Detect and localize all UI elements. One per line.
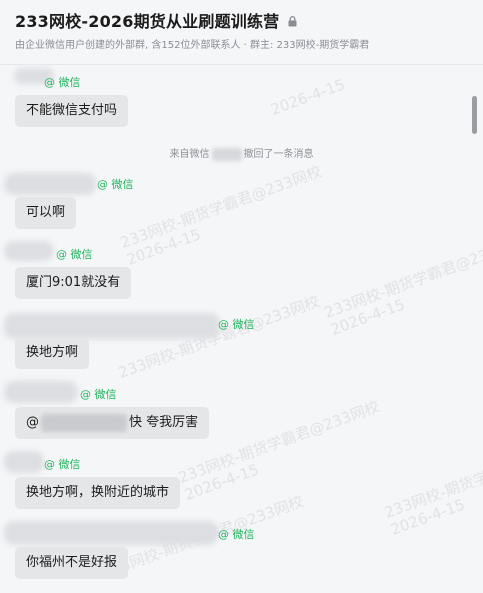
system-notice: 来自微信 撤回了一条消息	[0, 145, 483, 161]
group-title[interactable]: 233网校-2026期货从业刷题训练营	[15, 8, 279, 32]
message-bubble[interactable]: 不能微信支付吗	[15, 95, 129, 127]
lock-icon	[288, 15, 297, 26]
watermark-date: 2026-4-15	[328, 295, 408, 339]
watermark-date: 2026-4-15	[182, 460, 262, 504]
chat-header: 233网校-2026期货从业刷题训练营 由企业微信用户创建的外部群, 含152位…	[0, 0, 483, 65]
sender-name-redacted	[4, 313, 220, 339]
watermark-text: 233网校-期货学霸君@233网校	[382, 432, 483, 522]
message-text: 快 夸我厉害	[129, 415, 199, 430]
group-subtitle: 由企业微信用户创建的外部群, 含152位外部联系人 · 群主: 233网校-期货…	[15, 40, 370, 51]
watermark: x 2026-4-15	[262, 65, 348, 119]
message-bubble[interactable]: @ 快 夸我厉害	[15, 407, 210, 439]
watermark-date: 2026-4-15	[268, 75, 348, 119]
sender-source-tag: @ 微信	[218, 318, 255, 331]
title-row: 233网校-2026期货从业刷题训练营	[15, 8, 297, 32]
sender-name-redacted	[4, 241, 54, 261]
message-bubble[interactable]: 你福州不是好报	[15, 547, 129, 579]
sender-name-redacted	[4, 381, 78, 403]
sender-name-redacted	[4, 451, 44, 473]
sender-source-tag: @ 微信	[44, 76, 81, 89]
chat-window: 233网校-2026期货从业刷题训练营 由企业微信用户创建的外部群, 含152位…	[0, 0, 483, 593]
message-bubble[interactable]: 换地方啊	[15, 337, 90, 369]
system-notice-prefix: 来自微信	[169, 149, 210, 160]
sender-source-tag: @ 微信	[218, 528, 255, 541]
watermark: 233网校-期货学霸君@233网校 2026-4-15	[382, 432, 483, 539]
system-notice-suffix: 撤回了一条消息	[243, 149, 314, 160]
redacted-name	[211, 147, 242, 161]
sender-source-tag: @ 微信	[44, 458, 81, 471]
message-bubble[interactable]: 厦门9:01就没有	[15, 267, 132, 299]
watermark-date: 2026-4-15	[388, 495, 468, 539]
sender-name-redacted	[4, 173, 96, 195]
message-bubble[interactable]: 换地方啊，换附近的城市	[15, 477, 181, 509]
watermark: 233网校-期货学霸君@233网校 2026-4-15	[118, 162, 330, 269]
sender-source-tag: @ 微信	[80, 388, 117, 401]
mention-at: @	[26, 415, 39, 430]
watermark-date: 2026-4-15	[124, 225, 204, 269]
message-list[interactable]: x 2026-4-15 233网校-期货学霸君@233网校 2026-4-15 …	[0, 65, 483, 593]
watermark-text: 233网校-期货学霸君@233网校	[322, 232, 483, 322]
message-bubble[interactable]: 可以啊	[15, 197, 77, 229]
watermark: 233网校-期货学霸君@233网校 2026-4-15	[322, 232, 483, 339]
scrollbar-thumb[interactable]	[472, 96, 477, 134]
sender-name-redacted	[4, 521, 218, 545]
mention-name-redacted	[41, 413, 127, 432]
sender-source-tag: @ 微信	[56, 248, 93, 261]
sender-source-tag: @ 微信	[97, 178, 134, 191]
watermark-text: 233网校-期货学霸君@233网校	[118, 162, 325, 252]
